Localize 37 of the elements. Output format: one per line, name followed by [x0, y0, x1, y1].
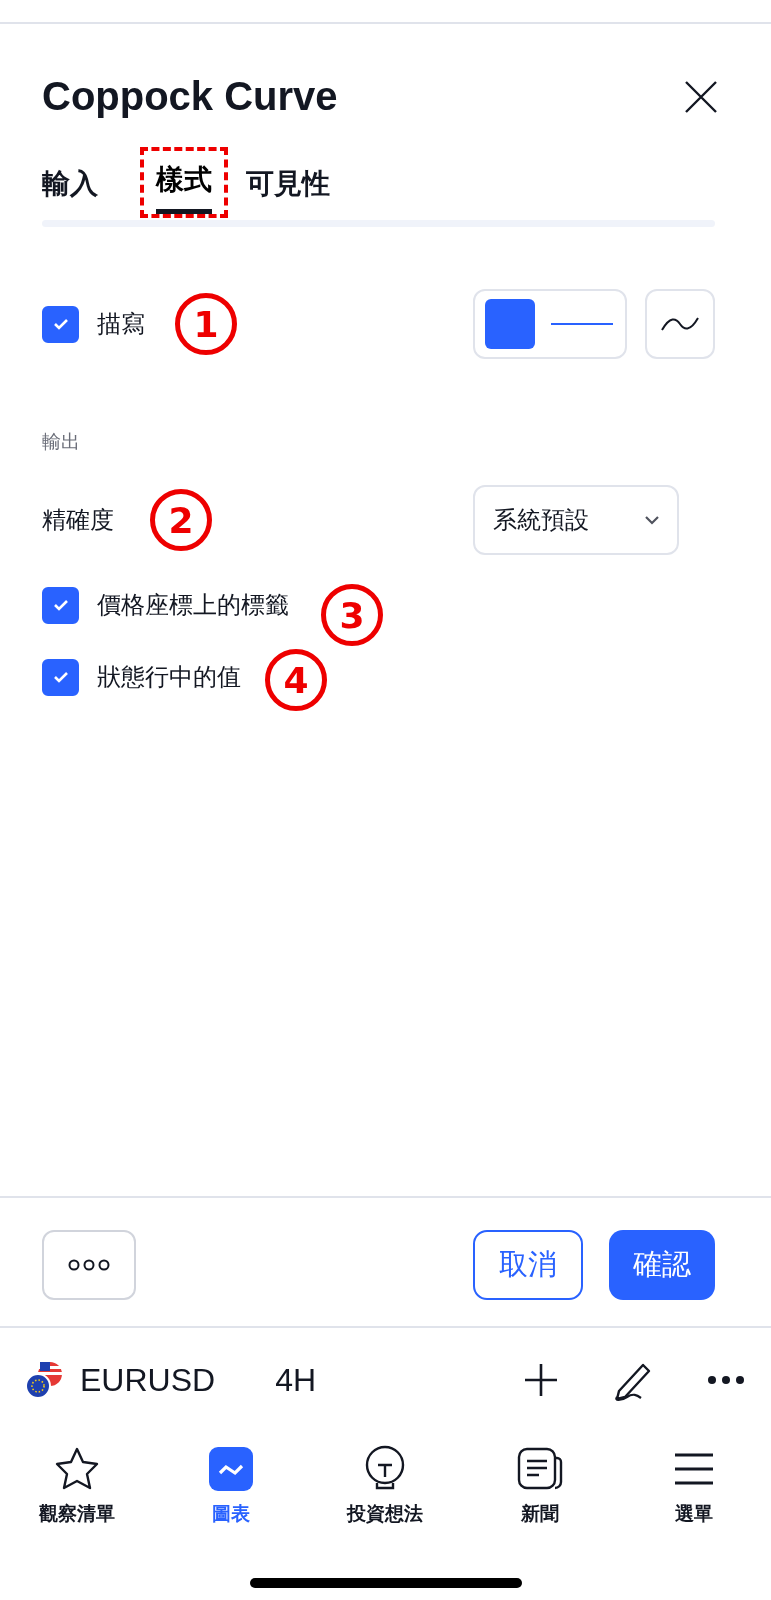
annotation-circle: 2 [150, 489, 212, 551]
field-label: 精確度 [42, 505, 114, 536]
more-button[interactable] [42, 1230, 136, 1300]
more-icon [68, 1259, 110, 1271]
line-icon [551, 322, 613, 326]
nav-tab[interactable]: 圖表 [156, 1444, 307, 1528]
checkbox[interactable] [42, 305, 79, 343]
nav-tab[interactable]: 新聞 [464, 1444, 615, 1528]
checkbox-label: 狀態行中的值 [97, 662, 241, 693]
symbol-name[interactable]: EURUSD [80, 1361, 216, 1399]
flag-icon[interactable] [24, 1360, 64, 1400]
annotation-circle: 1 [175, 293, 237, 355]
confirm-button[interactable]: 確認 [609, 1230, 715, 1300]
plus-icon[interactable] [523, 1362, 559, 1398]
annotation-circle: 4 [265, 649, 327, 711]
nav-tab[interactable]: 投資想法 [310, 1444, 461, 1528]
line-style-button[interactable] [473, 289, 627, 359]
precision-dropdown[interactable]: 系統預設 [473, 485, 679, 555]
nav-tab[interactable]: 選單 [618, 1444, 769, 1528]
chart-icon [208, 1445, 255, 1493]
plot-type-button[interactable] [645, 289, 715, 359]
checkbox-label: 價格座標上的標籤 [97, 590, 289, 621]
checkbox-label: 描寫 [97, 309, 145, 340]
tab[interactable]: 樣式 [156, 161, 212, 214]
checkbox[interactable] [42, 586, 79, 624]
more-icon[interactable] [707, 1375, 745, 1385]
checkbox[interactable] [42, 658, 79, 696]
nav-tab[interactable]: 觀察清單 [2, 1444, 153, 1528]
chevron-down-icon [643, 514, 661, 526]
tab[interactable]: 可見性 [246, 165, 330, 218]
close-icon[interactable] [683, 78, 719, 115]
annotation-circle: 3 [321, 584, 383, 646]
dialog-title: Coppock Curve [42, 74, 338, 119]
section-heading: 輸出 [42, 429, 80, 454]
cancel-button[interactable]: 取消 [473, 1230, 583, 1300]
tab[interactable]: 輸入 [42, 165, 98, 218]
interval[interactable]: 4H [275, 1361, 317, 1399]
